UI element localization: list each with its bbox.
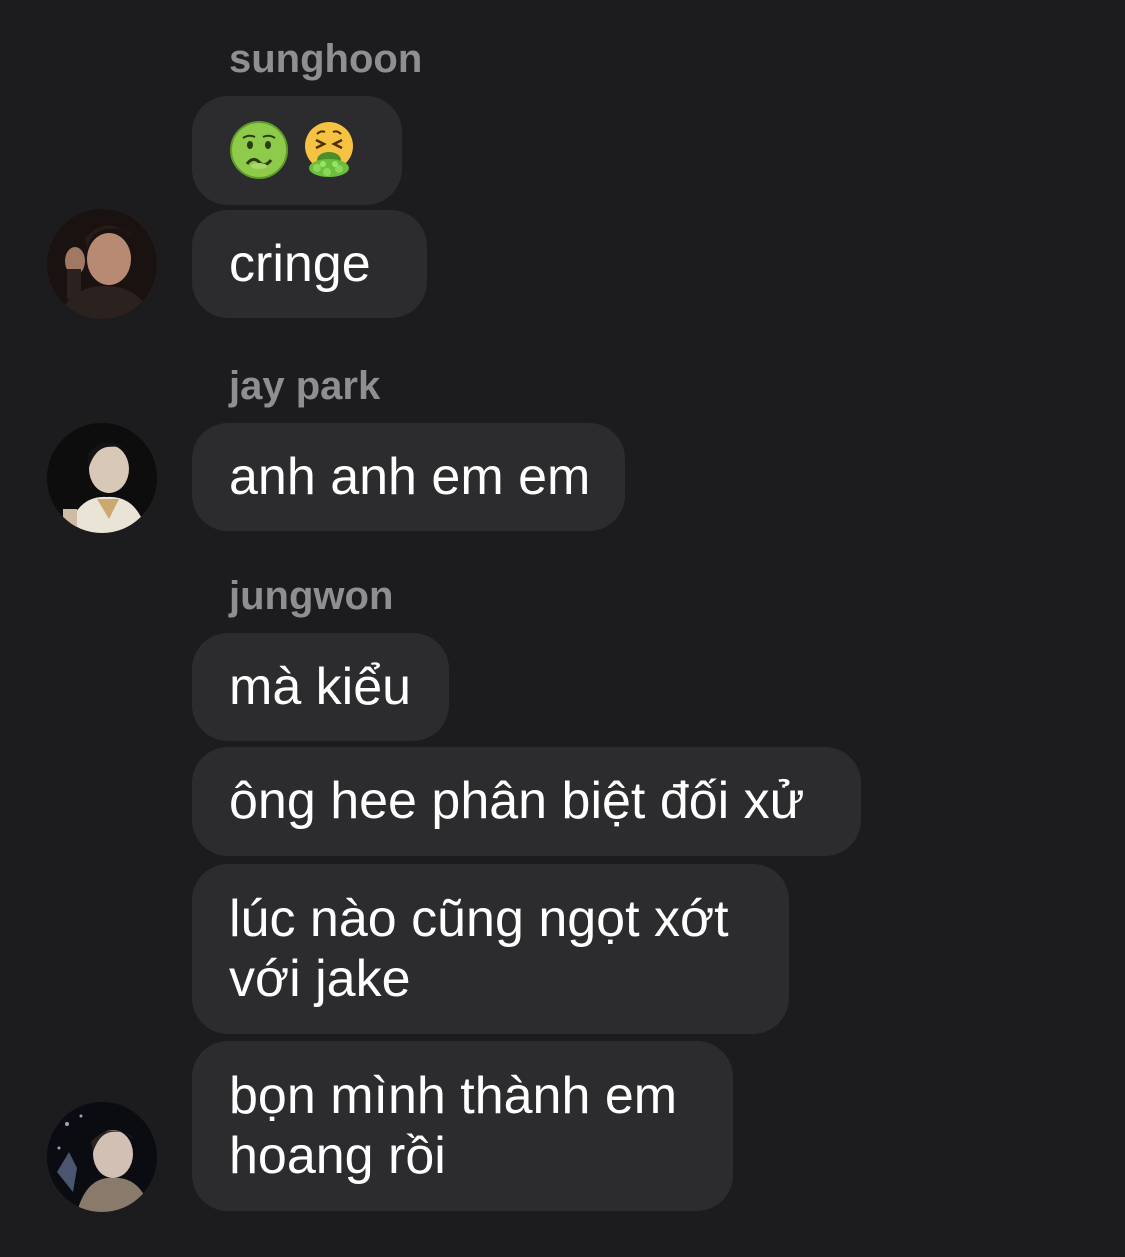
sender-name-sunghoon: sunghoon	[229, 37, 423, 81]
sender-name-jungwon: jungwon	[229, 574, 394, 618]
message-bubble[interactable]: mà kiểu	[192, 633, 449, 741]
message-bubble[interactable]: bọn mình thành em hoang rồi	[192, 1041, 733, 1211]
sunghoon-avatar-photo	[47, 209, 157, 319]
message-text-line: bọn mình thành em	[229, 1067, 678, 1125]
message-text: mà kiểu	[229, 658, 412, 716]
face-vomiting-icon	[305, 122, 353, 177]
avatar[interactable]	[47, 209, 157, 319]
message-bubble-emoji[interactable]	[192, 96, 402, 205]
avatar[interactable]	[47, 423, 157, 533]
message-text-line: với jake	[229, 950, 411, 1008]
message-bubble[interactable]: cringe	[192, 210, 427, 318]
emoji-row	[229, 120, 365, 180]
nauseated-face-icon	[230, 121, 288, 179]
message-text-line: hoang rồi	[229, 1127, 446, 1185]
message-bubble[interactable]: lúc nào cũng ngọt xớt với jake	[192, 864, 789, 1034]
message-bubble[interactable]: ông hee phân biệt đối xử	[192, 747, 861, 856]
message-bubble[interactable]: anh anh em em	[192, 423, 625, 531]
message-text-line: lúc nào cũng ngọt xớt	[229, 890, 729, 948]
sender-name-jay-park: jay park	[229, 364, 381, 408]
jay-park-avatar-photo	[47, 423, 157, 533]
message-text: cringe	[229, 235, 371, 293]
message-text: ông hee phân biệt đối xử	[229, 772, 805, 830]
avatar[interactable]	[47, 1102, 157, 1212]
jungwon-avatar-photo	[47, 1102, 157, 1212]
message-text: anh anh em em	[229, 448, 591, 506]
